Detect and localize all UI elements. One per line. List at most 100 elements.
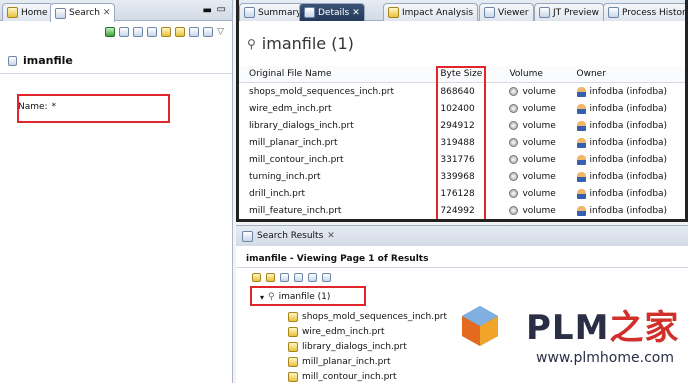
volume-icon	[509, 138, 519, 147]
search-results-tab[interactable]: Search Results ✕	[236, 226, 688, 246]
tab-details-label: Details	[318, 7, 350, 18]
folder-icon[interactable]	[175, 27, 186, 37]
user-icon	[576, 120, 586, 131]
owner-text: infodba (infodba)	[589, 103, 668, 114]
watermark-brand: PLM之家	[526, 300, 679, 349]
volume-cell: volume	[505, 104, 576, 114]
tab-jt-label: JT Preview	[553, 7, 600, 18]
owner-text: infodba (infodba)	[589, 137, 668, 148]
search-toolbar: ▽	[0, 27, 232, 45]
tab-impact-label: Impact Analysis	[402, 7, 474, 18]
favorites-icon[interactable]	[161, 27, 172, 37]
list-item[interactable]: wire_edm_inch.prt	[288, 324, 447, 339]
search-icon	[55, 7, 66, 19]
search-view: Home Search ✕ ▬ ▭ ▽ imanfile Name: *	[0, 0, 233, 383]
tab-search[interactable]: Search ✕	[50, 3, 116, 22]
list-item-label: mill_planar_inch.prt	[302, 356, 391, 367]
divider	[236, 267, 688, 268]
search-type-icon	[8, 55, 17, 66]
saved-search-icon[interactable]	[133, 27, 144, 37]
grid-icon[interactable]	[322, 273, 331, 282]
tab-home[interactable]: Home	[2, 3, 53, 21]
file-name-cell: library_dialogs_inch.prt	[249, 120, 354, 131]
return-icon[interactable]	[189, 27, 200, 37]
minimize-icon[interactable]: ▬	[203, 5, 212, 16]
volume-cell: volume	[505, 155, 576, 165]
owner-cell: infodba (infodba)	[576, 171, 685, 182]
file-name-cell: shops_mold_sequences_inch.prt	[249, 86, 395, 97]
volume-text: volume	[522, 154, 556, 165]
settings-icon[interactable]	[203, 27, 214, 37]
list-item[interactable]: mill_planar_inch.prt	[288, 354, 447, 369]
user-icon	[576, 205, 586, 216]
search-results-label: Search Results	[257, 231, 324, 241]
view-menu-icon[interactable]: ▽	[217, 27, 224, 45]
file-name-cell: mill_feature_inch.prt	[249, 205, 342, 216]
arrow-up-icon[interactable]	[252, 273, 261, 282]
part-file-icon	[288, 311, 298, 322]
volume-icon	[509, 189, 519, 198]
tab-viewer[interactable]: Viewer	[479, 3, 534, 21]
clear-icon[interactable]	[147, 27, 158, 37]
owner-cell: infodba (infodba)	[576, 154, 685, 165]
expand-icon[interactable]	[294, 273, 303, 282]
volume-icon	[509, 121, 519, 130]
file-name-cell: turning_inch.prt	[249, 171, 321, 182]
tab-details[interactable]: Details ✕	[299, 3, 365, 21]
tab-process-label: Process History	[622, 7, 688, 18]
jt-icon	[539, 7, 550, 18]
tab-process-history[interactable]: Process History	[603, 3, 688, 21]
results-subtitle: imanfile - Viewing Page 1 of Results	[246, 254, 429, 264]
part-file-icon	[288, 371, 298, 382]
list-item[interactable]: library_dialogs_inch.prt	[288, 339, 447, 354]
volume-icon	[509, 172, 519, 181]
volume-icon	[509, 104, 519, 113]
user-icon	[576, 137, 586, 148]
owner-cell: infodba (infodba)	[576, 205, 685, 216]
volume-text: volume	[522, 188, 556, 199]
left-tab-bar: Home Search ✕ ▬ ▭	[0, 0, 232, 22]
watermark-url: www.plmhome.com	[536, 350, 674, 366]
user-icon	[576, 188, 586, 199]
collapse-icon[interactable]	[308, 273, 317, 282]
details-icon	[304, 7, 315, 18]
delete-icon[interactable]	[280, 273, 289, 282]
volume-cell: volume	[505, 172, 576, 182]
column-header[interactable]: Original File Name	[239, 69, 436, 79]
highlight-box	[436, 66, 486, 219]
tab-impact-analysis[interactable]: Impact Analysis	[383, 3, 479, 21]
tab-jt-preview[interactable]: JT Preview	[534, 3, 605, 21]
user-icon	[576, 86, 586, 97]
list-item[interactable]: shops_mold_sequences_inch.prt	[288, 309, 447, 324]
plm-logo-icon	[462, 306, 498, 346]
execute-search-icon[interactable]	[105, 27, 116, 37]
search-options-icon[interactable]	[119, 27, 130, 37]
file-name-cell: wire_edm_inch.prt	[249, 103, 332, 114]
owner-text: infodba (infodba)	[589, 188, 668, 199]
close-icon[interactable]: ✕	[352, 8, 360, 18]
volume-text: volume	[522, 103, 556, 114]
maximize-icon[interactable]: ▭	[217, 4, 226, 15]
column-header[interactable]: Volume	[505, 69, 576, 79]
tab-summary[interactable]: Summary	[239, 3, 307, 21]
arrow-down-icon[interactable]	[266, 273, 275, 282]
tab-home-label: Home	[21, 7, 48, 18]
volume-text: volume	[522, 86, 556, 97]
home-icon	[7, 7, 18, 18]
close-icon[interactable]: ✕	[103, 8, 111, 18]
list-item[interactable]: mill_contour_inch.prt	[288, 369, 447, 383]
search-title-label: imanfile	[23, 54, 73, 67]
file-name-cell: mill_contour_inch.prt	[249, 154, 344, 165]
tab-search-label: Search	[69, 8, 100, 18]
summary-icon	[244, 7, 255, 18]
volume-icon	[509, 206, 519, 215]
owner-cell: infodba (infodba)	[576, 86, 685, 97]
right-tab-bar: Summary Details ✕ Impact Analysis Viewer…	[239, 0, 685, 21]
list-item-label: shops_mold_sequences_inch.prt	[302, 311, 448, 322]
search-icon: ⚲	[247, 36, 256, 51]
volume-icon	[509, 87, 519, 96]
details-title-label: imanfile (1)	[261, 34, 354, 53]
volume-cell: volume	[505, 87, 576, 97]
close-icon[interactable]: ✕	[327, 231, 335, 241]
column-header[interactable]: Owner	[577, 69, 685, 79]
